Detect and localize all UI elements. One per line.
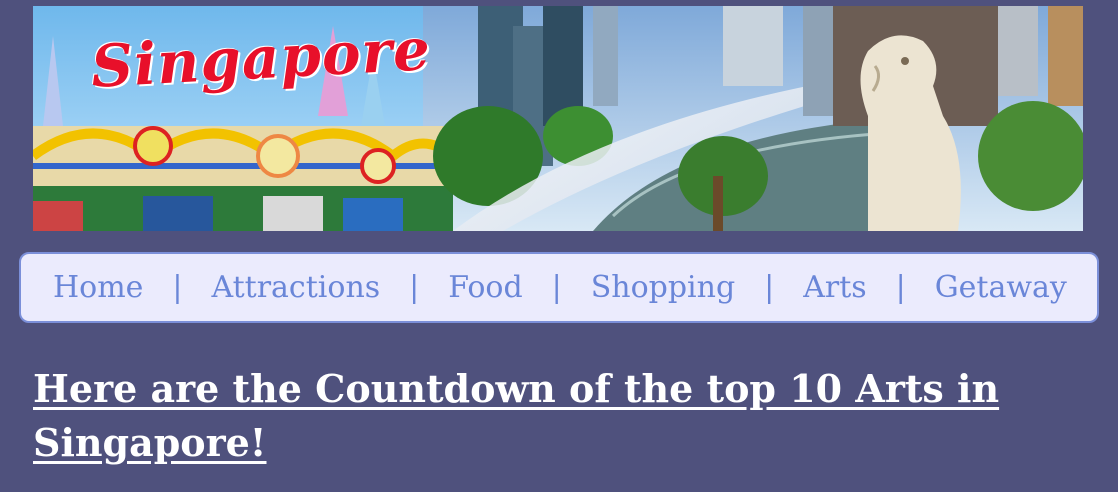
- nav-link-food[interactable]: Food: [448, 270, 523, 305]
- nav-separator: |: [551, 270, 562, 305]
- nav-link-getaway[interactable]: Getaway: [935, 270, 1067, 305]
- header-banner: Singapore: [33, 6, 1083, 231]
- nav-separator: |: [409, 270, 420, 305]
- main-navigation: Home | Attractions | Food | Shopping | A…: [19, 252, 1099, 323]
- page-title: Here are the Countdown of the top 10 Art…: [33, 366, 1000, 465]
- nav-link-home[interactable]: Home: [53, 270, 143, 305]
- nav-link-attractions[interactable]: Attractions: [211, 270, 380, 305]
- nav-separator: |: [172, 270, 183, 305]
- nav-link-arts[interactable]: Arts: [803, 270, 866, 305]
- nav-separator: |: [895, 270, 906, 305]
- nav-link-shopping[interactable]: Shopping: [591, 270, 735, 305]
- nav-separator: |: [764, 270, 775, 305]
